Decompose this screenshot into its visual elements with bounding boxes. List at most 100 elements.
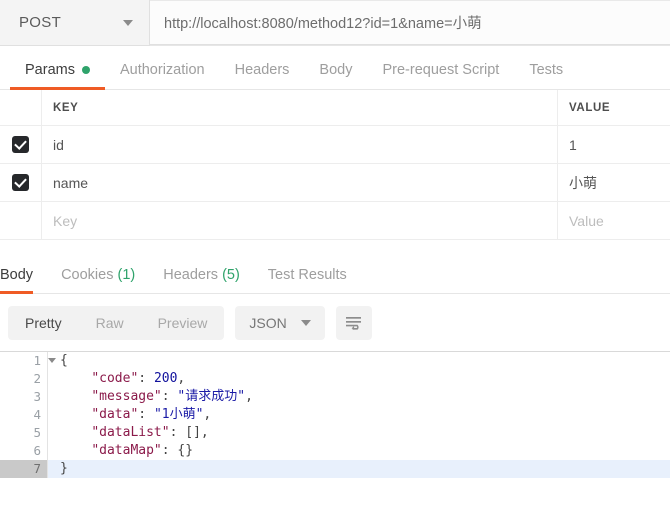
- code-line-text: "dataMap": {}: [48, 442, 193, 460]
- code-line: 3 "message": "请求成功",: [0, 388, 670, 406]
- code-token-k: "code": [91, 371, 139, 386]
- code-token-p: [60, 389, 91, 404]
- param-value-text: Value: [569, 212, 604, 229]
- param-key-text: name: [53, 174, 89, 191]
- code-line: 5 "dataList": [],: [0, 424, 670, 442]
- code-token-p: : {}: [161, 443, 194, 458]
- response-tab-headers[interactable]: Headers (5): [163, 267, 254, 293]
- code-token-p: ,: [177, 371, 186, 386]
- code-token-p: [60, 425, 91, 440]
- word-wrap-icon: [346, 317, 362, 330]
- word-wrap-button[interactable]: [335, 306, 372, 340]
- param-enabled-cell: [0, 202, 42, 239]
- param-enabled-cell: [0, 126, 42, 163]
- param-value-input[interactable]: 小萌: [558, 164, 670, 201]
- code-token-p: : [],: [169, 425, 209, 440]
- response-body-viewer[interactable]: 1{2 "code": 200, 3 "message": "请求成功", 4 "d…: [0, 351, 670, 485]
- code-line: 6 "dataMap": {}: [0, 442, 670, 460]
- code-line: 2 "code": 200,: [0, 370, 670, 388]
- code-token-p: :: [161, 389, 178, 404]
- response-tab-label: Cookies: [61, 267, 114, 283]
- response-tab-label: Body: [0, 267, 34, 283]
- code-token-k: "dataList": [91, 425, 170, 440]
- request-tab-label: Authorization: [119, 62, 205, 78]
- response-format-toolbar: Pretty Raw Preview JSON: [0, 294, 670, 351]
- code-line-text: "data": "1小萌",: [48, 406, 211, 424]
- response-tab-count: (5): [222, 267, 240, 283]
- param-value-text: 1: [569, 136, 577, 153]
- param-enabled-cell: [0, 164, 42, 201]
- params-table-row: id 1: [0, 126, 670, 164]
- column-header-value: VALUE: [569, 101, 611, 114]
- request-tab-label: Headers: [234, 62, 290, 78]
- header-key-cell: KEY: [42, 90, 558, 125]
- view-mode-pretty[interactable]: Pretty: [8, 306, 79, 340]
- param-key-text: Key: [53, 212, 78, 229]
- code-token-p: {: [60, 353, 68, 368]
- language-dropdown[interactable]: JSON: [235, 306, 325, 340]
- line-number: 5: [0, 424, 48, 442]
- param-checkbox[interactable]: [12, 136, 29, 153]
- code-token-s: "请求成功": [177, 389, 246, 404]
- code-token-p: }: [60, 461, 68, 476]
- response-tab-bar: Body Cookies (1) Headers (5) Test Results: [0, 252, 670, 294]
- request-tab-tests[interactable]: Tests: [514, 62, 578, 89]
- code-token-p: ,: [245, 389, 253, 404]
- code-line: 1{: [0, 352, 670, 370]
- code-token-n: 200: [153, 371, 178, 386]
- response-tab-cookies[interactable]: Cookies (1): [61, 267, 149, 293]
- params-table-row: name 小萌: [0, 164, 670, 202]
- request-url-bar: POST http://localhost:8080/method12?id=1…: [0, 0, 670, 46]
- column-header-key: KEY: [53, 101, 79, 114]
- request-tab-body[interactable]: Body: [304, 62, 367, 89]
- chevron-down-icon: [300, 320, 311, 326]
- code-token-p: :: [138, 371, 154, 386]
- url-text: http://localhost:8080/method12?id=1&name…: [164, 16, 482, 32]
- param-key-input[interactable]: Key: [42, 202, 558, 239]
- param-value-text: 小萌: [569, 174, 597, 191]
- params-table-row: Key Value: [0, 202, 670, 240]
- view-mode-preview[interactable]: Preview: [141, 306, 225, 340]
- request-tab-authorization[interactable]: Authorization: [105, 62, 220, 89]
- code-line-text: "dataList": [],: [48, 424, 209, 442]
- param-checkbox[interactable]: [12, 174, 29, 191]
- code-token-p: :: [138, 407, 154, 422]
- response-tab-label: Test Results: [267, 267, 347, 283]
- header-value-cell: VALUE: [558, 90, 670, 125]
- param-key-text: id: [53, 136, 64, 153]
- param-value-input[interactable]: 1: [558, 126, 670, 163]
- params-modified-dot-icon: [81, 66, 90, 74]
- response-tab-count: (1): [117, 267, 136, 283]
- fold-toggle-icon[interactable]: [48, 358, 56, 363]
- response-tab-body[interactable]: Body: [0, 267, 47, 294]
- request-tab-label: Pre-request Script: [382, 62, 500, 78]
- code-token-s: "1小萌": [153, 407, 204, 422]
- code-token-p: [60, 407, 91, 422]
- code-line-text: "code": 200,: [48, 370, 185, 388]
- response-tab-label: Headers: [163, 267, 219, 283]
- line-number: 1: [0, 352, 56, 370]
- code-token-k: "message": [91, 389, 162, 404]
- request-tab-params[interactable]: Params: [10, 62, 105, 90]
- code-line: 7}: [0, 460, 670, 478]
- http-method-dropdown[interactable]: POST: [0, 0, 150, 46]
- param-value-input[interactable]: Value: [558, 202, 670, 239]
- request-tab-headers[interactable]: Headers: [220, 62, 305, 89]
- code-line-text: "message": "请求成功",: [48, 388, 253, 406]
- line-number: 7: [0, 460, 48, 478]
- url-input[interactable]: http://localhost:8080/method12?id=1&name…: [150, 0, 670, 45]
- line-number: 4: [0, 406, 48, 424]
- response-tab-test-results[interactable]: Test Results: [268, 267, 361, 293]
- request-tab-label: Tests: [529, 62, 564, 78]
- param-key-input[interactable]: name: [42, 164, 558, 201]
- request-tab-label: Body: [319, 62, 353, 78]
- param-key-input[interactable]: id: [42, 126, 558, 163]
- code-token-k: "data": [91, 407, 139, 422]
- code-token-p: [60, 371, 91, 386]
- language-label: JSON: [249, 315, 287, 331]
- view-mode-raw[interactable]: Raw: [79, 306, 141, 340]
- line-number: 3: [0, 388, 48, 406]
- view-mode-group: Pretty Raw Preview: [8, 306, 225, 340]
- header-checkbox-cell: [0, 90, 42, 125]
- request-tab-pre-request-script[interactable]: Pre-request Script: [367, 62, 514, 89]
